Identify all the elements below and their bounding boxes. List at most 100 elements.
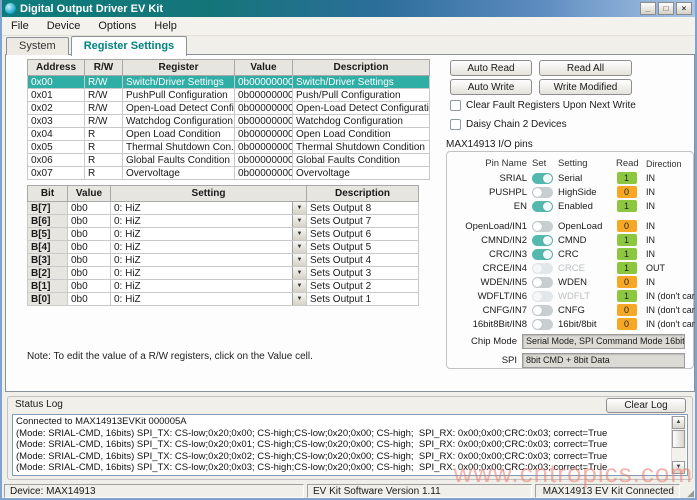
- register-row[interactable]: 0x02R/WOpen-Load Detect Confi...0b000000…: [28, 102, 430, 115]
- register-row[interactable]: 0x07ROvervoltage0b00000000Overvoltage: [28, 167, 430, 180]
- cell-description[interactable]: Global Faults Condition: [293, 154, 430, 167]
- setting-combobox[interactable]: 0: HiZ▼: [111, 280, 306, 292]
- cell-address[interactable]: 0x01: [28, 89, 85, 102]
- cell-register[interactable]: Global Faults Condition: [123, 154, 235, 167]
- read-all-button[interactable]: Read All: [539, 60, 632, 76]
- pin-toggle[interactable]: [532, 187, 553, 198]
- minimize-button[interactable]: _: [640, 2, 656, 15]
- cell-bit-value[interactable]: 0b0: [68, 254, 111, 267]
- pin-toggle[interactable]: [532, 305, 553, 316]
- resize-grip[interactable]: ◢: [681, 483, 695, 499]
- chevron-down-icon[interactable]: ▼: [292, 267, 306, 279]
- register-row[interactable]: 0x06RGlobal Faults Condition0b00000000Gl…: [28, 154, 430, 167]
- chevron-down-icon[interactable]: ▼: [292, 215, 306, 227]
- pin-toggle[interactable]: [532, 249, 553, 260]
- cell-rw[interactable]: R: [85, 167, 123, 180]
- clear-log-button[interactable]: Clear Log: [606, 398, 686, 413]
- setting-combobox[interactable]: 0: HiZ▼: [111, 202, 306, 214]
- setting-combobox[interactable]: 0: HiZ▼: [111, 215, 306, 227]
- chevron-down-icon[interactable]: ▼: [292, 254, 306, 266]
- cell-address[interactable]: 0x04: [28, 128, 85, 141]
- scrollbar-thumb[interactable]: [672, 430, 685, 448]
- register-row[interactable]: 0x00R/WSwitch/Driver Settings0b00000000S…: [28, 76, 430, 89]
- cell-rw[interactable]: R/W: [85, 102, 123, 115]
- cell-rw[interactable]: R/W: [85, 76, 123, 89]
- cell-address[interactable]: 0x03: [28, 115, 85, 128]
- daisy-chain-checkbox[interactable]: [450, 119, 461, 130]
- tab-register-settings[interactable]: Register Settings: [71, 36, 187, 56]
- register-row[interactable]: 0x05RThermal Shutdown Con...0b00000000Th…: [28, 141, 430, 154]
- cell-bit-value[interactable]: 0b0: [68, 293, 111, 306]
- register-row[interactable]: 0x01R/WPushPull Configuration0b00000000P…: [28, 89, 430, 102]
- chevron-down-icon[interactable]: ▼: [292, 293, 306, 305]
- register-row[interactable]: 0x04ROpen Load Condition0b00000000Open L…: [28, 128, 430, 141]
- cell-rw[interactable]: R: [85, 154, 123, 167]
- status-log-box[interactable]: Connected to MAX14913EVKit 000005A (Mode…: [12, 414, 688, 476]
- cell-register[interactable]: PushPull Configuration: [123, 89, 235, 102]
- chevron-down-icon[interactable]: ▼: [292, 202, 306, 214]
- cell-address[interactable]: 0x06: [28, 154, 85, 167]
- cell-description[interactable]: Open-Load Detect Configuration: [293, 102, 430, 115]
- cell-bit-value[interactable]: 0b0: [68, 267, 111, 280]
- chevron-down-icon[interactable]: ▼: [292, 241, 306, 253]
- cell-bit-value[interactable]: 0b0: [68, 215, 111, 228]
- cell-register[interactable]: Open Load Condition: [123, 128, 235, 141]
- cell-register[interactable]: Overvoltage: [123, 167, 235, 180]
- cell-description[interactable]: Watchdog Configuration: [293, 115, 430, 128]
- cell-register[interactable]: Open-Load Detect Confi...: [123, 102, 235, 115]
- cell-register[interactable]: Thermal Shutdown Con...: [123, 141, 235, 154]
- cell-bit-value[interactable]: 0b0: [68, 228, 111, 241]
- pin-toggle[interactable]: [532, 277, 553, 288]
- cell-description[interactable]: Thermal Shutdown Condition: [293, 141, 430, 154]
- setting-combobox[interactable]: 0: HiZ▼: [111, 293, 306, 305]
- cell-value[interactable]: 0b00000000: [235, 167, 293, 180]
- menu-options[interactable]: Options: [89, 18, 145, 34]
- cell-value[interactable]: 0b00000000: [235, 141, 293, 154]
- title-bar[interactable]: Digital Output Driver EV Kit _ □ ×: [2, 0, 695, 17]
- cell-register[interactable]: Watchdog Configuration: [123, 115, 235, 128]
- cell-value[interactable]: 0b00000000: [235, 89, 293, 102]
- cell-description[interactable]: Push/Pull Configuration: [293, 89, 430, 102]
- menu-help[interactable]: Help: [145, 18, 186, 34]
- cell-value[interactable]: 0b00000000: [235, 76, 293, 89]
- cell-description[interactable]: Overvoltage: [293, 167, 430, 180]
- cell-value[interactable]: 0b00000000: [235, 115, 293, 128]
- cell-address[interactable]: 0x02: [28, 102, 85, 115]
- pin-toggle[interactable]: [532, 235, 553, 246]
- cell-rw[interactable]: R: [85, 141, 123, 154]
- menu-device[interactable]: Device: [38, 18, 90, 34]
- cell-bit-value[interactable]: 0b0: [68, 241, 111, 254]
- cell-description[interactable]: Open Load Condition: [293, 128, 430, 141]
- cell-rw[interactable]: R: [85, 128, 123, 141]
- cell-value[interactable]: 0b00000000: [235, 128, 293, 141]
- write-modified-button[interactable]: Write Modified: [539, 79, 632, 95]
- setting-combobox[interactable]: 0: HiZ▼: [111, 254, 306, 266]
- setting-combobox[interactable]: 0: HiZ▼: [111, 241, 306, 253]
- cell-value[interactable]: 0b00000000: [235, 154, 293, 167]
- chevron-down-icon[interactable]: ▼: [292, 228, 306, 240]
- cell-description[interactable]: Switch/Driver Settings: [293, 76, 430, 89]
- cell-address[interactable]: 0x07: [28, 167, 85, 180]
- log-scrollbar[interactable]: ▲ ▼: [671, 416, 686, 474]
- cell-rw[interactable]: R/W: [85, 115, 123, 128]
- setting-combobox[interactable]: 0: HiZ▼: [111, 228, 306, 240]
- auto-read-button[interactable]: Auto Read: [450, 60, 532, 76]
- close-button[interactable]: ×: [676, 2, 692, 15]
- menu-file[interactable]: File: [2, 18, 38, 34]
- clear-fault-checkbox[interactable]: [450, 100, 461, 111]
- register-row[interactable]: 0x03R/WWatchdog Configuration0b00000000W…: [28, 115, 430, 128]
- chevron-down-icon[interactable]: ▼: [292, 280, 306, 292]
- cell-address[interactable]: 0x00: [28, 76, 85, 89]
- pin-toggle[interactable]: [532, 201, 553, 212]
- pin-toggle[interactable]: [532, 319, 553, 330]
- cell-bit-value[interactable]: 0b0: [68, 280, 111, 293]
- setting-combobox[interactable]: 0: HiZ▼: [111, 267, 306, 279]
- cell-address[interactable]: 0x05: [28, 141, 85, 154]
- maximize-button[interactable]: □: [658, 2, 674, 15]
- pin-toggle[interactable]: [532, 173, 553, 184]
- cell-rw[interactable]: R/W: [85, 89, 123, 102]
- scroll-up-icon[interactable]: ▲: [672, 416, 685, 429]
- auto-write-button[interactable]: Auto Write: [450, 79, 532, 95]
- scroll-down-icon[interactable]: ▼: [672, 461, 685, 474]
- cell-register[interactable]: Switch/Driver Settings: [123, 76, 235, 89]
